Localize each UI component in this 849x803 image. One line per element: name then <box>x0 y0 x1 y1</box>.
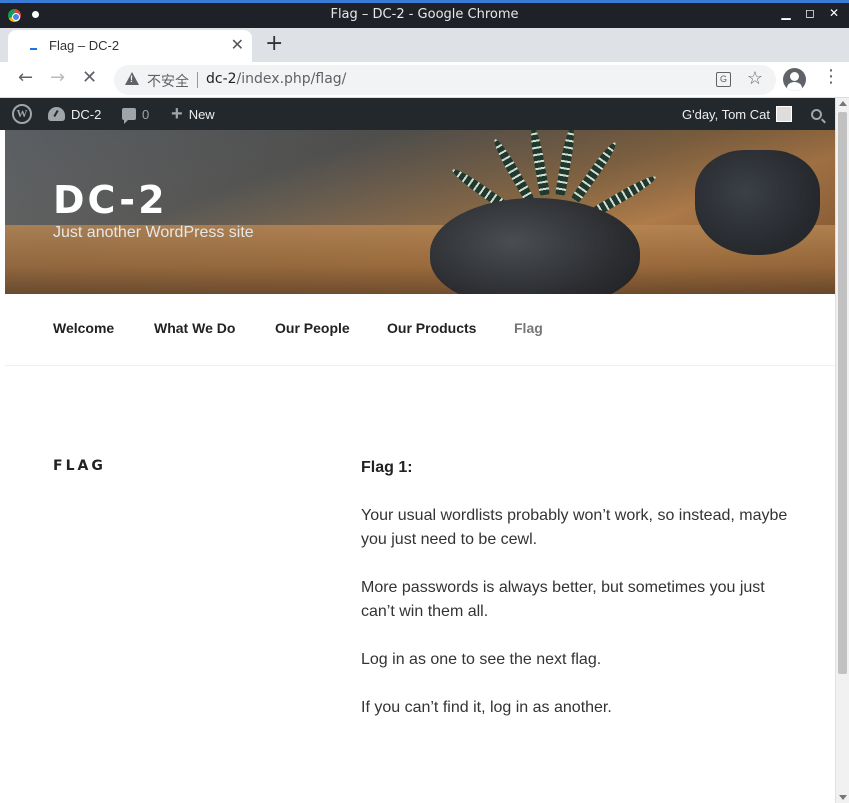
comment-icon <box>122 108 136 124</box>
security-label[interactable]: 不安全 <box>147 71 189 91</box>
scroll-down-icon[interactable] <box>839 795 847 800</box>
entry-paragraph: Your usual wordlists probably won’t work… <box>361 507 788 548</box>
header-image-leaf <box>555 130 578 196</box>
minimize-icon[interactable]: ▁ <box>779 6 793 20</box>
admin-site-name[interactable]: DC-2 <box>48 98 101 130</box>
site-title[interactable]: DC-2 <box>53 178 168 222</box>
admin-greeting: G'day, Tom Cat <box>682 106 770 122</box>
nav-item-what-we-do[interactable]: What We Do <box>154 320 235 336</box>
star-icon[interactable]: ☆ <box>747 68 763 89</box>
omnibox-divider <box>197 72 198 88</box>
window-controls: ▁ ◻ ✕ <box>779 6 841 20</box>
tab-loading-icon <box>30 48 37 50</box>
warning-icon[interactable] <box>125 72 139 85</box>
scrollbar-thumb[interactable] <box>838 112 847 674</box>
address-bar[interactable]: 不安全 dc-2/index.php/flag/ G ☆ <box>114 65 776 95</box>
translate-icon[interactable]: G <box>716 72 731 87</box>
header-image-pot <box>430 198 640 294</box>
header-image-leaf <box>592 172 659 217</box>
account-icon[interactable] <box>783 68 806 91</box>
admin-new-label: New <box>188 106 215 122</box>
window-title-bar: Flag – DC-2 - Google Chrome ▁ ◻ ✕ <box>0 0 849 28</box>
header-image-pot-background <box>695 150 820 255</box>
entry-content: Flag 1: Your usual wordlists probably wo… <box>361 456 801 744</box>
tab-close-icon[interactable]: ✕ <box>231 35 244 54</box>
header-image-leaf <box>527 130 550 196</box>
wp-admin-bar: W DC-2 0 + New G'day, Tom Cat <box>0 98 835 130</box>
site-header: DC-2 Just another WordPress site <box>5 130 835 294</box>
wordpress-logo-icon: W <box>12 104 32 124</box>
admin-site-label: DC-2 <box>71 106 102 122</box>
loading-icon[interactable]: ✕ <box>82 67 97 88</box>
wp-menu[interactable]: W <box>12 98 32 130</box>
page-viewport: W DC-2 0 + New G'day, Tom Cat DC-2 Just … <box>0 98 849 803</box>
entry-heading: Flag 1: <box>361 459 413 476</box>
url-text[interactable]: dc-2/index.php/flag/ <box>206 71 346 87</box>
entry-paragraph: Log in as one to see the next flag. <box>361 651 602 668</box>
arrow-left-icon[interactable]: ← <box>18 67 33 88</box>
admin-my-account[interactable]: G'day, Tom Cat <box>682 98 792 130</box>
new-tab-button[interactable]: + <box>265 31 283 56</box>
main-navigation: Welcome What We Do Our People Our Produc… <box>5 294 835 366</box>
nav-item-our-products[interactable]: Our Products <box>387 320 476 336</box>
close-window-icon[interactable]: ✕ <box>827 6 841 20</box>
nav-item-our-people[interactable]: Our People <box>275 320 350 336</box>
admin-new-content[interactable]: + New <box>171 98 215 130</box>
browser-tab[interactable]: Flag – DC-2 ✕ <box>8 30 252 62</box>
window-title: Flag – DC-2 - Google Chrome <box>330 7 519 22</box>
header-image-leaf <box>570 139 620 203</box>
entry-paragraph: More passwords is always better, but som… <box>361 579 765 620</box>
url-path: /index.php/flag/ <box>236 71 347 87</box>
admin-search[interactable] <box>811 98 822 130</box>
tab-strip: Flag – DC-2 ✕ + <box>0 28 849 62</box>
arrow-right-icon[interactable]: → <box>50 67 65 88</box>
search-icon <box>811 108 822 120</box>
page-scrollbar[interactable] <box>835 98 849 803</box>
page-title: FLAG <box>53 458 106 474</box>
kebab-menu-icon[interactable]: ⋮ <box>822 66 840 87</box>
plus-icon: + <box>171 103 183 125</box>
comments-count: 0 <box>142 106 150 122</box>
browser-toolbar: ← → ✕ 不安全 dc-2/index.php/flag/ G ☆ ⋮ <box>0 62 849 98</box>
admin-comments[interactable]: 0 <box>122 98 149 130</box>
tab-title: Flag – DC-2 <box>49 38 120 53</box>
maximize-icon[interactable]: ◻ <box>803 6 817 20</box>
nav-item-welcome[interactable]: Welcome <box>53 320 114 336</box>
nav-item-flag[interactable]: Flag <box>514 320 543 336</box>
entry-paragraph: If you can’t find it, log in as another. <box>361 699 612 716</box>
avatar <box>775 106 792 122</box>
url-host: dc-2 <box>206 71 237 87</box>
site-description: Just another WordPress site <box>53 224 254 241</box>
scroll-up-icon[interactable] <box>839 101 847 106</box>
header-image-leaf <box>490 136 535 203</box>
dashboard-icon <box>48 107 65 121</box>
